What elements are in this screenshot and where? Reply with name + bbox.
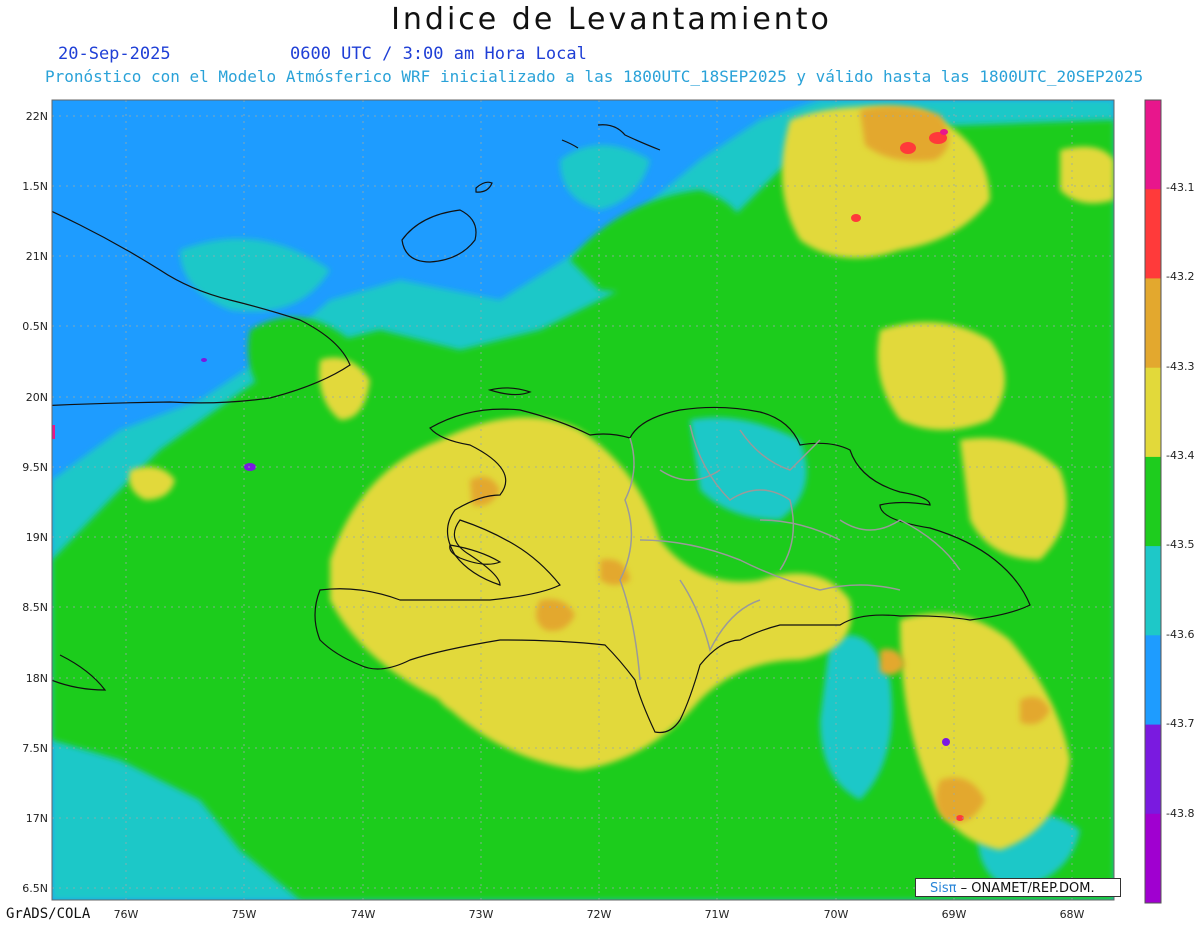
lon-label: 74W	[351, 908, 376, 921]
lat-label: 7.5N	[22, 742, 48, 755]
lat-ticks: 22N 1.5N 21N 0.5N 20N 9.5N 19N 8.5N 18N …	[22, 110, 48, 895]
map-plot-area	[52, 100, 1114, 900]
lon-label: 72W	[587, 908, 612, 921]
onamet-credit-text: – ONAMET/REP.DOM.	[960, 881, 1095, 896]
lat-label: 6.5N	[22, 882, 48, 895]
lon-label: 73W	[469, 908, 494, 921]
lat-label: 17N	[26, 812, 48, 825]
colorbar-swatch	[1145, 546, 1161, 636]
lon-label: 68W	[1060, 908, 1085, 921]
colorbar-label: -43.5	[1166, 538, 1194, 551]
lat-label: 8.5N	[22, 601, 48, 614]
lon-label: 71W	[705, 908, 730, 921]
colorbar-swatch	[1145, 456, 1161, 547]
lifted-index-map: 76W 75W 74W 73W 72W 71W 70W 69W 68W 22N …	[22, 99, 1194, 921]
lat-label: 20N	[26, 391, 48, 404]
colorbar-label: -43.8	[1166, 807, 1194, 820]
colorbar-label: -43.3	[1166, 360, 1194, 373]
colorbar-swatch	[1145, 189, 1161, 279]
lon-label: 69W	[942, 908, 967, 921]
lon-ticks: 76W 75W 74W 73W 72W 71W 70W 69W 68W	[114, 908, 1085, 921]
colorbar-label: -43.7	[1166, 717, 1194, 730]
colorbar: -43.1 -43.2 -43.3 -43.4 -43.5 -43.6 -43.…	[1144, 99, 1194, 904]
colorbar-swatch	[1145, 635, 1161, 725]
lat-label: 18N	[26, 672, 48, 685]
lat-label: 19N	[26, 531, 48, 544]
colorbar-label: -43.2	[1166, 270, 1194, 283]
colorbar-label: -43.1	[1166, 181, 1194, 194]
lon-label: 76W	[114, 908, 139, 921]
lat-label: 22N	[26, 110, 48, 123]
colorbar-swatch	[1145, 724, 1161, 815]
colorbar-swatch	[1145, 278, 1161, 369]
grads-credit: GrADS/COLA	[6, 906, 91, 922]
colorbar-swatch	[1145, 367, 1161, 458]
lat-label: 0.5N	[22, 320, 48, 333]
sispi-logo-text: Sisπ	[930, 881, 957, 896]
onamet-credit-box: Sisπ – ONAMET/REP.DOM.	[915, 878, 1121, 897]
colorbar-labels: -43.1 -43.2 -43.3 -43.4 -43.5 -43.6 -43.…	[1166, 181, 1194, 820]
colorbar-label: -43.6	[1166, 628, 1194, 641]
colorbar-swatch	[1145, 813, 1161, 904]
lat-label: 1.5N	[22, 180, 48, 193]
colorbar-swatch	[1145, 100, 1161, 190]
lon-label: 75W	[232, 908, 257, 921]
colorbar-label: -43.4	[1166, 449, 1194, 462]
lat-label: 21N	[26, 250, 48, 263]
lon-label: 70W	[824, 908, 849, 921]
lat-label: 9.5N	[22, 461, 48, 474]
